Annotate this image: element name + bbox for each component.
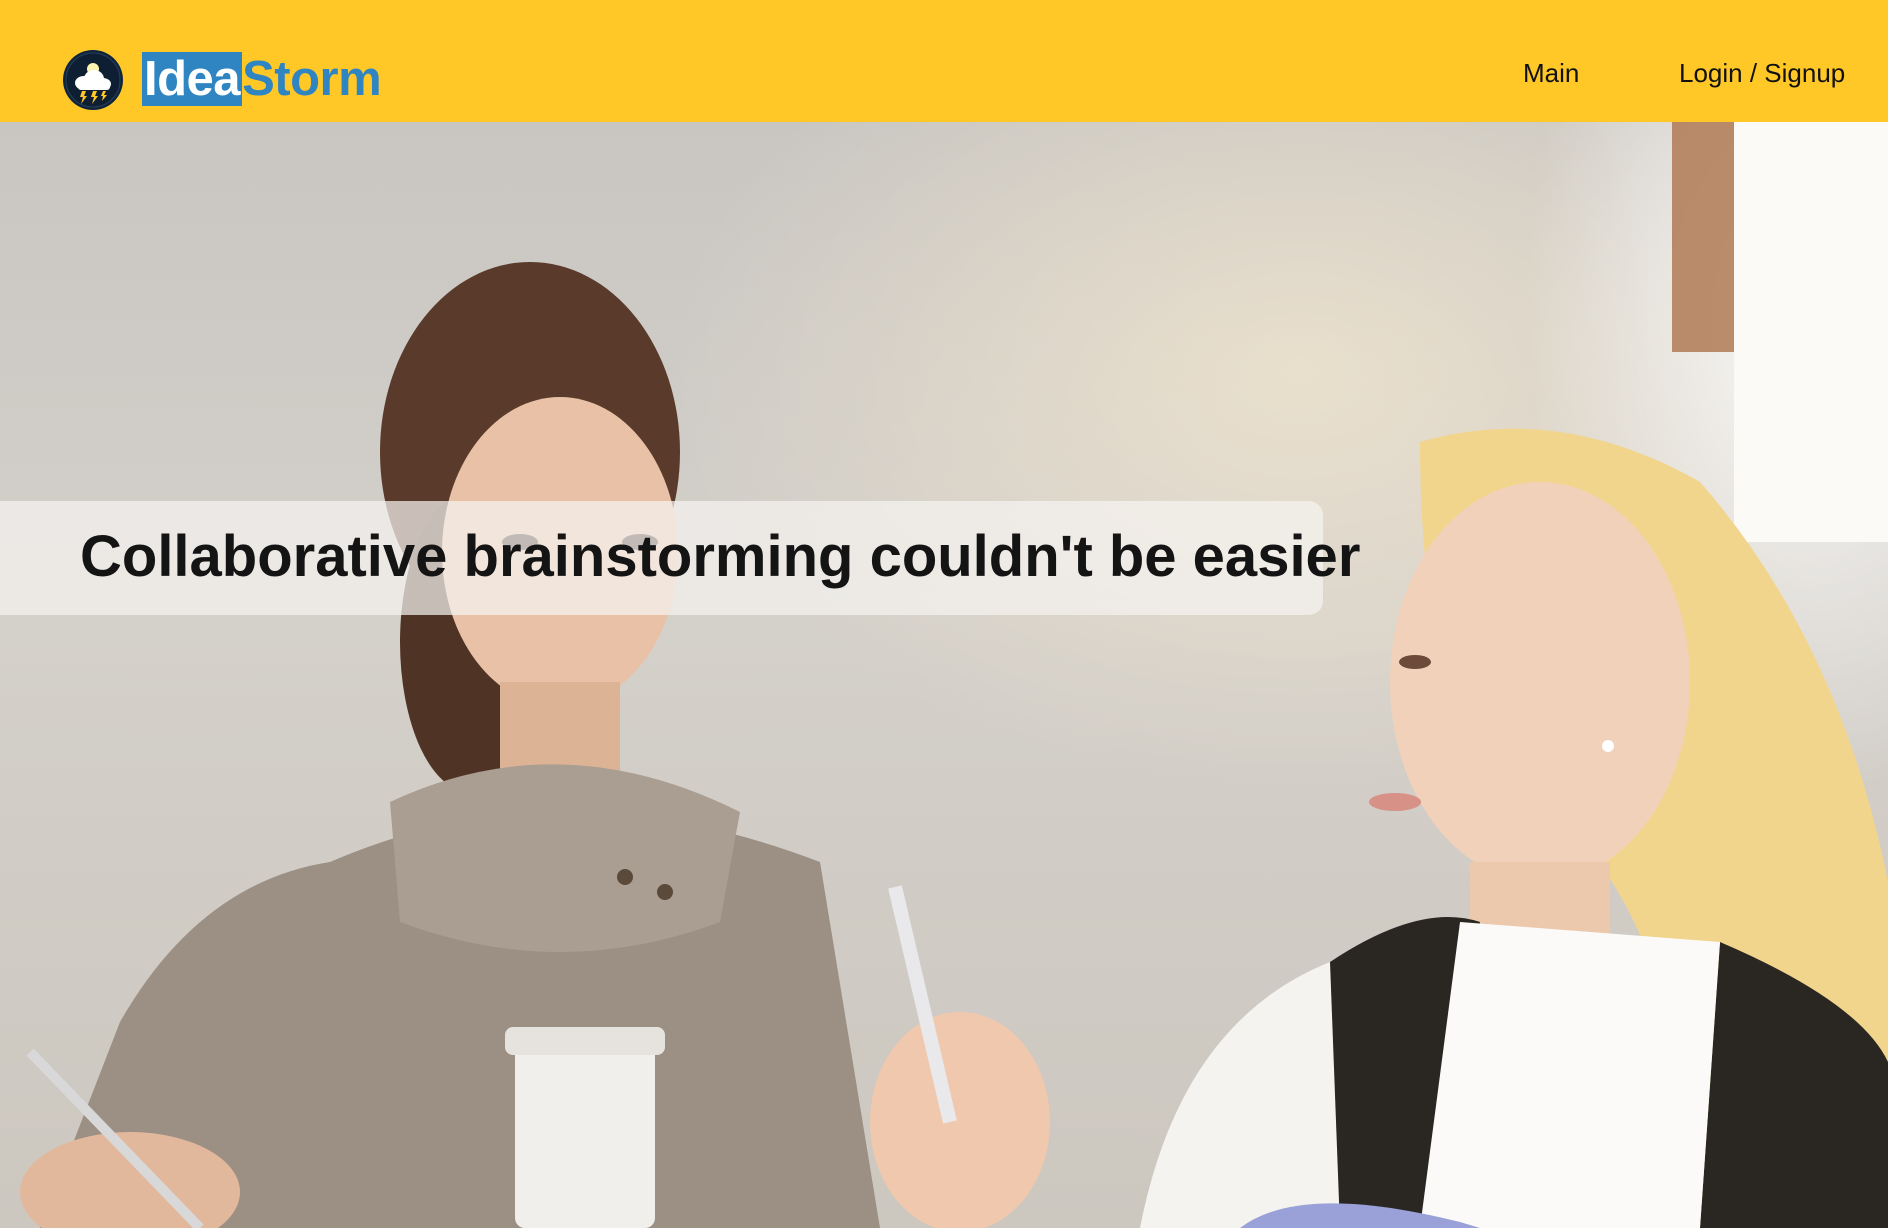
hero-banner: Collaborative brainstorming couldn't be … — [0, 122, 1888, 1228]
nav-login-signup-link[interactable]: Login / Signup — [1679, 56, 1845, 90]
hero-tagline: Collaborative brainstorming couldn't be … — [80, 524, 1361, 589]
brand-part-idea: Idea — [142, 52, 243, 106]
brand-part-storm: Storm — [242, 52, 382, 106]
top-navbar: IdeaStorm Main Login / Signup — [0, 0, 1888, 122]
brand-wordmark[interactable]: IdeaStorm — [142, 52, 382, 106]
two-women-talking-photo — [20, 122, 1888, 1228]
lightbulb-storm-cloud-icon[interactable] — [62, 49, 124, 111]
nav-main-link[interactable]: Main — [1523, 56, 1579, 90]
